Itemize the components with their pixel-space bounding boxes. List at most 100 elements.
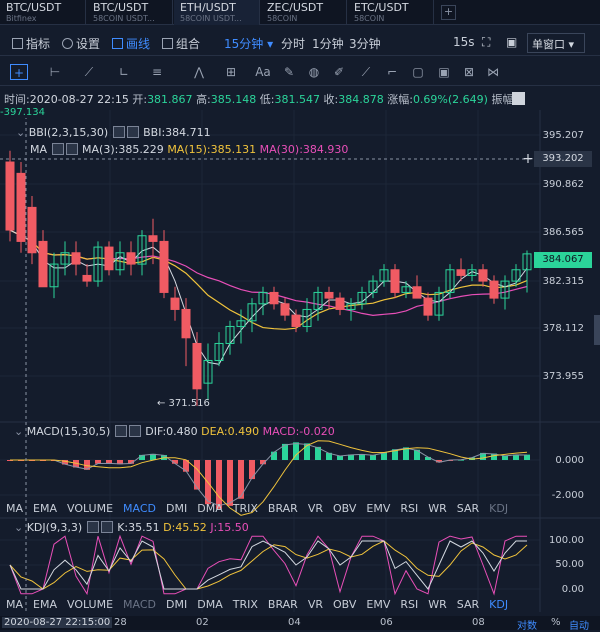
kdj-label: KDJ(9,3,3) (26, 521, 83, 534)
price-tick: 395.207 (542, 130, 584, 141)
macd-bar (227, 460, 233, 506)
crosshair-price: 397.134 (3, 107, 45, 118)
ind-tab-obv[interactable]: OBV (333, 598, 356, 611)
candle-down (170, 297, 180, 310)
ind-tab-rsi[interactable]: RSI (400, 598, 418, 611)
date-tick: 28 (114, 617, 127, 628)
ind-tab-emv[interactable]: EMV (366, 598, 390, 611)
ind-tab-vr[interactable]: VR (308, 502, 323, 515)
ind-tab-ma[interactable]: MA (6, 502, 23, 515)
k-value: K:35.51 (117, 521, 160, 534)
close-icon[interactable] (65, 143, 78, 155)
candle-down (269, 291, 279, 305)
macd-tick: 0.000 (555, 455, 584, 466)
ma-legend: MA MA(3):385.229 MA(15):385.131 MA(30):3… (30, 143, 348, 156)
candle-down (324, 291, 334, 299)
dea-value: DEA:0.490 (201, 425, 260, 438)
ind-tab-dmi[interactable]: DMI (166, 502, 187, 515)
ind-tab-ma[interactable]: MA (6, 598, 23, 611)
crosshair-price-tag: -397.134 (0, 107, 45, 118)
candle-down (71, 252, 81, 265)
ind-tab-kdj[interactable]: KDJ (489, 502, 508, 515)
ind-tab-obv[interactable]: OBV (333, 502, 356, 515)
macd-legend: ⌄ MACD(15,30,5) DIF:0.480 DEA:0.490 MACD… (14, 425, 335, 438)
date-tick: 08 (472, 617, 485, 628)
date-tick: 02 (196, 617, 209, 628)
ind-tab-ema[interactable]: EMA (33, 502, 57, 515)
kdj-tick: 100.00 (549, 535, 584, 546)
price-tick: 390.862 (542, 179, 584, 190)
ind-tab-wr[interactable]: WR (428, 502, 447, 515)
candle-down (280, 303, 290, 316)
ind-tab-brar[interactable]: BRAR (268, 598, 298, 611)
candle-down (423, 297, 433, 316)
ind-tab-volume[interactable]: VOLUME (67, 598, 113, 611)
ind-tab-dma[interactable]: DMA (197, 598, 223, 611)
side-panel-handle[interactable] (594, 315, 600, 345)
low-price-marker: ← 371.516 (157, 398, 210, 409)
kdj-tick: 0.00 (561, 584, 584, 595)
candle-down (38, 240, 48, 288)
ind-tab-trix[interactable]: TRIX (233, 598, 258, 611)
ma15-value: MA(15):385.131 (167, 143, 257, 156)
ind-tab-sar[interactable]: SAR (457, 598, 479, 611)
percent-scale-button[interactable]: % (551, 617, 561, 628)
ind-tab-wr[interactable]: WR (428, 598, 447, 611)
kdj-tick: 50.00 (555, 559, 584, 570)
last-price-tag: 384.067 (534, 252, 592, 268)
candle-down (456, 269, 466, 276)
d-value: D:45.52 (163, 521, 207, 534)
price-tick: 378.112 (542, 323, 584, 334)
price-tick: 382.315 (542, 276, 584, 287)
macd-tick: -2.000 (551, 490, 584, 501)
candle-down (412, 286, 422, 299)
settings-icon[interactable] (114, 425, 127, 437)
dif-value: DIF:0.480 (145, 425, 198, 438)
price-tick: 386.565 (542, 227, 584, 238)
candle-down (159, 240, 169, 293)
candle-down (478, 269, 488, 282)
time-axis: 2020-08-27 22:15:00 28 02 04 06 08 对数 % … (0, 616, 600, 632)
bbi-legend: ⌄ BBI(2,3,15,30) BBI:384.711 (16, 126, 211, 139)
date-tick: 04 (288, 617, 301, 628)
ma30-value: MA(30):384.930 (259, 143, 349, 156)
cursor-price-tag: 393.202 (534, 151, 592, 167)
ind-tab-kdj[interactable]: KDJ (489, 598, 508, 611)
ma3-value: MA(3):385.229 (82, 143, 164, 156)
ind-tab-dma[interactable]: DMA (197, 502, 223, 515)
candle-down (27, 206, 37, 254)
macd-bar (271, 451, 277, 460)
indicator-tabs-upper: MA EMA VOLUME MACD DMI DMA TRIX BRAR VR OBV EMV RSI… (0, 502, 540, 519)
candle-down (16, 172, 26, 242)
close-icon[interactable] (128, 425, 141, 437)
ind-tab-macd[interactable]: MACD (123, 502, 156, 515)
ind-tab-emv[interactable]: EMV (366, 502, 390, 515)
indicator-tabs-lower: MA EMA VOLUME MACD DMI DMA TRIX BRAR VR OBV EMV RSI… (0, 598, 540, 615)
settings-icon[interactable] (86, 521, 99, 533)
candle-down (148, 235, 158, 242)
j-value: J:15.50 (210, 521, 249, 534)
ind-tab-vr[interactable]: VR (308, 598, 323, 611)
ind-tab-brar[interactable]: BRAR (268, 502, 298, 515)
close-icon[interactable] (126, 126, 139, 138)
ind-tab-dmi[interactable]: DMI (166, 598, 187, 611)
ind-tab-sar[interactable]: SAR (457, 502, 479, 515)
ind-tab-macd[interactable]: MACD (123, 598, 156, 611)
candle-down (390, 269, 400, 293)
macd-label: MACD(15,30,5) (26, 425, 111, 438)
price-chart[interactable] (0, 0, 600, 630)
ind-tab-volume[interactable]: VOLUME (67, 502, 113, 515)
kdj-legend: ⌄ KDJ(9,3,3) K:35.51 D:45.52 J:15.50 (14, 521, 249, 534)
macd-value: MACD:-0.020 (262, 425, 335, 438)
candle-down (82, 274, 92, 282)
settings-icon[interactable] (51, 143, 64, 155)
macd-bar (249, 460, 255, 480)
ind-tab-rsi[interactable]: RSI (400, 502, 418, 515)
candle-down (192, 342, 202, 390)
ind-tab-ema[interactable]: EMA (33, 598, 57, 611)
candle-down (181, 308, 191, 339)
settings-icon[interactable] (112, 126, 125, 138)
close-icon[interactable] (100, 521, 113, 533)
ind-tab-trix[interactable]: TRIX (233, 502, 258, 515)
candle-down (126, 252, 136, 265)
